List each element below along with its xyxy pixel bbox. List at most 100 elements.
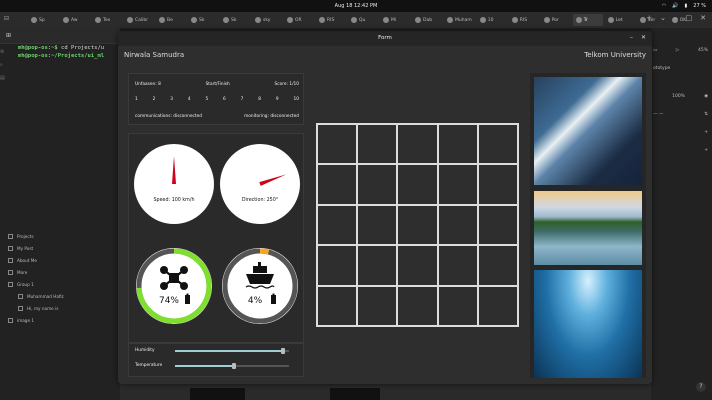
browser-tab[interactable]: Muham: [444, 14, 475, 26]
tab-favicon-icon: [383, 17, 389, 23]
browser-tab[interactable]: 10: [477, 14, 507, 26]
layer-item[interactable]: image 1: [8, 314, 118, 326]
tab-label: 10: [487, 17, 494, 23]
layer-item[interactable]: My Post: [8, 242, 118, 254]
frame-icon[interactable]: ▭: [653, 48, 657, 53]
layer-icon: [18, 293, 23, 299]
adjust-icon[interactable]: ⇅: [704, 112, 708, 117]
browser-tab[interactable]: Sp: [28, 14, 58, 26]
browser-tab[interactable]: sky: [252, 14, 282, 26]
tab-label: Muham: [455, 17, 472, 23]
browser-tab[interactable]: Tex: [92, 14, 122, 26]
terminal[interactable]: mh@pop-os:~$ cd Projects/u mh@pop-os:~/P…: [18, 44, 122, 94]
browser-tab[interactable]: RIS: [509, 14, 539, 26]
minimize-icon[interactable]: –: [674, 14, 678, 22]
browser-tab[interactable]: Sk: [188, 14, 218, 26]
checkpoint-10: 10: [293, 97, 299, 102]
help-icon[interactable]: ?: [696, 382, 706, 392]
tab-label: Be: [167, 17, 173, 23]
system-topbar: Aug 18 12:42 PM ◠ 🔊 ▮ 27 %: [0, 0, 712, 12]
grid-cell: [357, 204, 398, 246]
humidity-slider[interactable]: Humidity: [135, 347, 295, 355]
layer-icon: [8, 233, 13, 239]
grid-cell: [437, 204, 478, 246]
tab-list-icon[interactable]: ⊟: [4, 15, 9, 22]
browser-tab[interactable]: Por: [541, 14, 571, 26]
sensor-sliders: Humidity Temperature: [128, 343, 304, 377]
grid-cell: [477, 204, 518, 246]
browser-tab[interactable]: Sk: [220, 14, 250, 26]
canvas-frame: [190, 388, 245, 400]
add-effect-icon[interactable]: +: [704, 148, 708, 153]
browser-tab[interactable]: OR: [284, 14, 314, 26]
search-icon[interactable]: ⌕: [0, 62, 14, 68]
chevron-down-icon[interactable]: ⌄: [660, 14, 666, 22]
tab-favicon-icon: [63, 17, 69, 23]
layer-icon: [8, 317, 13, 323]
layer-item[interactable]: More: [8, 266, 118, 278]
browser-tab[interactable]: Tr: [572, 14, 603, 26]
close-icon[interactable]: ✕: [700, 14, 706, 22]
grid-cell: [397, 245, 438, 286]
canvas-frame: [330, 388, 380, 400]
grid-panel: [312, 73, 526, 378]
zoom-level[interactable]: 45%: [698, 48, 708, 53]
humidity-knob[interactable]: [281, 348, 286, 354]
temperature-knob[interactable]: [232, 363, 237, 369]
layer-item[interactable]: Muhammad Hafiz: [8, 290, 118, 302]
status-panel: Unfaasen: 8 Start/Finish Score: 1/10 1 2 3…: [128, 73, 304, 125]
temperature-slider[interactable]: Temperature: [135, 362, 295, 370]
browser-tab[interactable]: Mi: [380, 14, 410, 26]
browser-tab[interactable]: Qu: [348, 14, 378, 26]
grid-cell: [397, 204, 438, 246]
speed-label: Speed: 100 km/h: [153, 198, 195, 203]
tab-label: Tr: [583, 17, 588, 23]
position-grid[interactable]: [316, 123, 519, 327]
grid-cell: [357, 285, 398, 326]
tab-favicon-icon: [607, 17, 614, 23]
eye-icon[interactable]: ◉: [704, 94, 708, 99]
layer-icon: [8, 281, 13, 287]
layer-item[interactable]: Hi, my name is: [8, 302, 118, 314]
play-icon[interactable]: ▷: [676, 48, 679, 53]
start-finish-label: Start/Finish: [205, 82, 230, 87]
add-stroke-icon[interactable]: +: [704, 130, 708, 135]
minimize-icon[interactable]: –: [630, 34, 633, 41]
layers-icon[interactable]: ⊜: [0, 49, 14, 55]
layer-item[interactable]: Group 1: [8, 278, 118, 290]
tab-favicon-icon: [415, 17, 421, 23]
grid-icon[interactable]: ⊞: [6, 32, 11, 39]
tab-label: Sk: [231, 17, 237, 23]
browser-tab[interactable]: Dab: [412, 14, 442, 26]
tab-label: Sp: [39, 17, 45, 23]
system-clock[interactable]: Aug 18 12:42 PM: [0, 3, 712, 9]
tab-favicon-icon: [351, 17, 357, 23]
layer-icon: [8, 245, 13, 251]
browser-window-controls: + ⌄ – □ ✕: [646, 14, 706, 22]
browser-tab[interactable]: Let: [605, 14, 635, 26]
prototype-tab[interactable]: ototype: [653, 66, 708, 71]
grid-cell: [357, 245, 398, 286]
fill-value[interactable]: 100%: [672, 94, 685, 99]
gauges-panel: Speed: 100 km/h Direction: 250° 74% 4%: [128, 133, 304, 343]
effect-row: +: [653, 148, 708, 153]
layer-item[interactable]: Projects: [8, 230, 118, 242]
tab-favicon-icon: [223, 17, 229, 23]
style-row: — — ⇅: [653, 112, 708, 117]
browser-tab[interactable]: RIS: [316, 14, 346, 26]
page-icon[interactable]: ▤: [0, 75, 14, 81]
close-icon[interactable]: ✕: [641, 34, 646, 41]
browser-tab[interactable]: Be: [156, 14, 186, 26]
system-tray[interactable]: ◠ 🔊 ▮ 27 %: [662, 3, 706, 9]
grid-cell: [317, 124, 358, 165]
tab-favicon-icon: [127, 17, 133, 23]
browser-tab[interactable]: Aw: [60, 14, 90, 26]
browser-tab[interactable]: Calibr: [124, 14, 154, 26]
checkpoint-7: 7: [240, 97, 244, 102]
new-tab-icon[interactable]: +: [646, 14, 652, 22]
layer-icon: [8, 269, 13, 275]
tab-favicon-icon: [255, 17, 261, 23]
layer-item[interactable]: About Me: [8, 254, 118, 266]
maximize-icon[interactable]: □: [686, 14, 693, 22]
checkpoint-1: 1: [135, 97, 138, 102]
